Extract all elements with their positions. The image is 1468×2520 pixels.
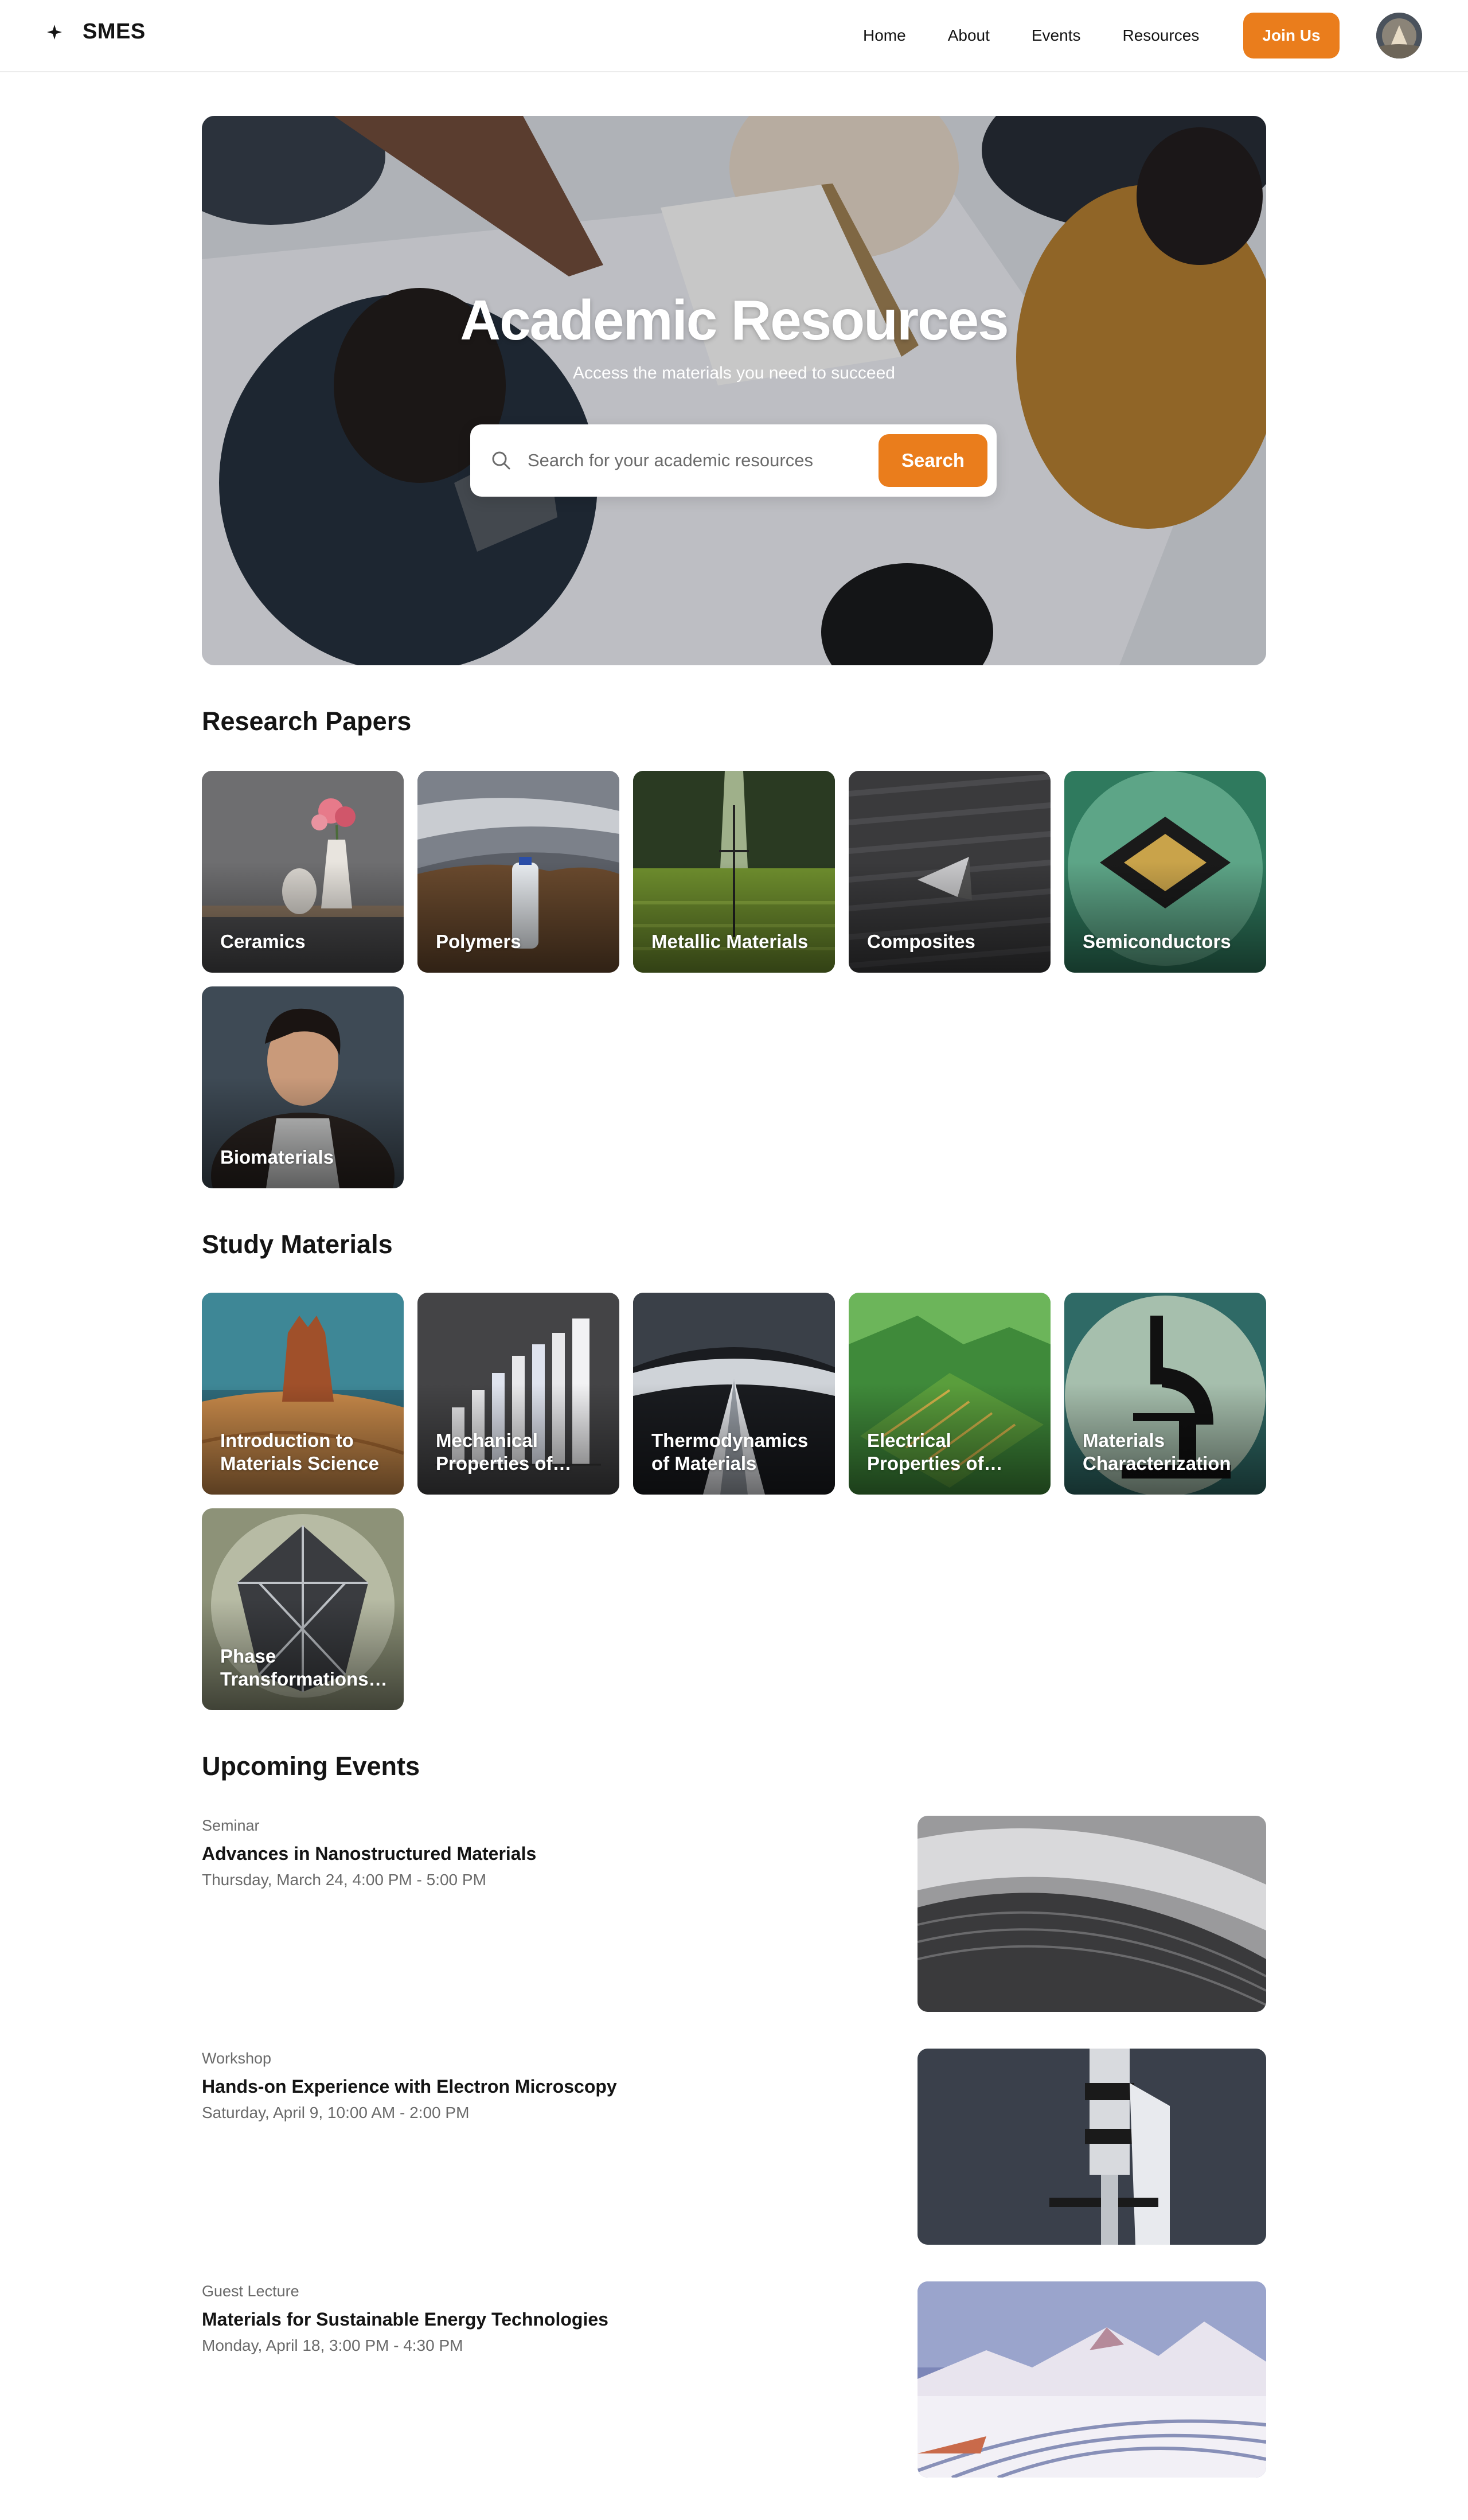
card-metallic-materials[interactable]: Metallic Materials [633,771,835,973]
card-label: Semiconductors [1083,931,1231,952]
event-type: Guest Lecture [202,2283,299,2300]
card-polymers[interactable]: Polymers [417,771,619,973]
event-type: Workshop [202,2050,272,2067]
card-label: Ceramics [220,931,306,952]
card-ceramics[interactable]: Ceramics [202,771,404,973]
nav-events[interactable]: Events [1032,24,1081,47]
card-label: Phase Transformations in Materials [220,1645,369,1690]
card-materials-characterization[interactable]: Materials Characterization [1064,1293,1266,1495]
event-time: Saturday, April 9, 10:00 AM - 2:00 PM [202,2104,470,2121]
hero-title: Academic Resources [460,288,1009,352]
brand-logo[interactable]: SMES [46,19,146,44]
card-label: Thermodynamics of Materials [651,1430,809,1474]
event-time: Monday, April 18, 3:00 PM - 4:30 PM [202,2336,463,2354]
main-nav: Home About Events Resources [863,24,1199,47]
card-mechanical-properties[interactable]: Mechanical Properties of Materials [417,1293,619,1495]
card-label: Materials Characterization [1083,1430,1231,1474]
card-label: Biomaterials [220,1146,334,1168]
event-time: Thursday, March 24, 4:00 PM - 5:00 PM [202,1871,486,1889]
event-title[interactable]: Materials for Sustainable Energy Technol… [202,2309,608,2330]
hero-overlay [202,116,1266,665]
card-composites[interactable]: Composites [849,771,1051,973]
upcoming-events-heading: Upcoming Events [202,1751,420,1781]
brand-name: SMES [83,19,146,44]
electron-microscope-image [918,2049,1266,2245]
event-image-sustainable-energy[interactable] [918,2281,1266,2478]
avatar[interactable] [1376,13,1422,58]
nav-resources[interactable]: Resources [1122,24,1199,47]
search-input[interactable] [528,442,860,479]
event-title[interactable]: Advances in Nanostructured Materials [202,1843,536,1864]
research-papers-heading: Research Papers [202,707,412,736]
card-phase-transformations[interactable]: Phase Transformations in Materials [202,1508,404,1710]
search-button[interactable]: Search [879,434,987,487]
card-thermodynamics[interactable]: Thermodynamics of Materials [633,1293,835,1495]
snowy-mountains-image [918,2281,1266,2478]
card-label: Composites [867,931,975,952]
card-electrical-properties[interactable]: Electrical Properties of Materials [849,1293,1051,1495]
card-label: Introduction to Materials Science [220,1430,379,1474]
card-label: Mechanical Properties of Materials [436,1430,553,1474]
card-intro-materials-science[interactable]: Introduction to Materials Science [202,1293,404,1495]
nav-about[interactable]: About [948,24,990,47]
card-semiconductors[interactable]: Semiconductors [1064,771,1266,973]
card-label: Electrical Properties of Materials [867,1430,984,1474]
card-biomaterials[interactable]: Biomaterials [202,986,404,1188]
card-label: Metallic Materials [651,931,809,952]
nav-home[interactable]: Home [863,24,906,47]
study-materials-heading: Study Materials [202,1230,393,1259]
card-label: Polymers [436,931,521,952]
event-type: Seminar [202,1817,260,1834]
event-title[interactable]: Hands-on Experience with Electron Micros… [202,2076,617,2097]
event-image-nanostructured[interactable] [918,1816,1266,2012]
event-image-electron-microscopy[interactable] [918,2049,1266,2245]
search-icon [490,449,513,472]
fiber-texture-image [918,1816,1266,2012]
site-header: SMES Home About Events Resources Join Us [0,0,1468,72]
search-bar: Search [470,424,997,497]
sparkle-icon [46,24,63,41]
join-us-button[interactable]: Join Us [1243,13,1340,58]
hero-banner: Academic Resources Access the materials … [202,116,1266,665]
hero-subtitle: Access the materials you need to succeed [573,364,895,383]
